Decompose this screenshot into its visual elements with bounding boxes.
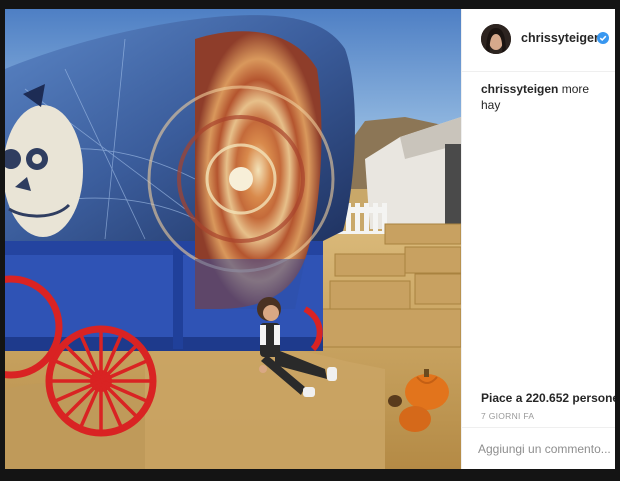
post-photo[interactable] bbox=[5, 9, 461, 469]
username-link[interactable]: chrissyteigen bbox=[521, 31, 602, 45]
caption-username-link[interactable]: chrissyteigen bbox=[481, 82, 558, 96]
photo-illustration bbox=[5, 9, 461, 469]
comment-input[interactable] bbox=[478, 438, 612, 460]
comment-box bbox=[462, 427, 615, 469]
post-viewer: chrissyteigen chrissyteigen more hay Pia… bbox=[5, 9, 615, 469]
avatar-image bbox=[481, 24, 511, 54]
avatar[interactable] bbox=[481, 24, 511, 54]
verified-badge-icon bbox=[597, 32, 609, 44]
post-caption: chrissyteigen more hay bbox=[481, 81, 611, 113]
likes-count[interactable]: Piace a 220.652 persone bbox=[481, 391, 615, 405]
post-timestamp: 7 GIORNI FA bbox=[481, 411, 535, 421]
post-header: chrissyteigen bbox=[462, 9, 615, 72]
post-sidebar: chrissyteigen chrissyteigen more hay Pia… bbox=[461, 9, 615, 469]
